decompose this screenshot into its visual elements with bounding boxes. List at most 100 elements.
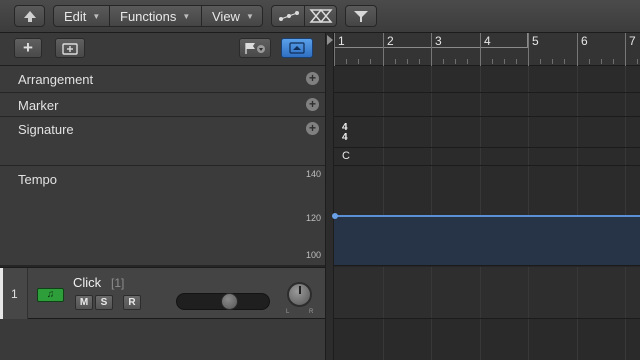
global-tracks-toggle[interactable] xyxy=(281,38,313,58)
bar-line xyxy=(625,33,626,66)
track-name[interactable]: Click xyxy=(73,275,101,290)
tempo-lane[interactable] xyxy=(332,166,640,266)
mute-button[interactable]: M xyxy=(75,295,93,310)
automation-curve-button[interactable] xyxy=(272,6,304,26)
bar-line xyxy=(431,33,432,66)
grid-line xyxy=(431,66,432,92)
global-track-signature[interactable]: Signature + xyxy=(0,117,325,166)
click-track-lane[interactable] xyxy=(334,267,640,319)
grid-line xyxy=(431,93,432,116)
grid-line xyxy=(528,148,529,165)
arrangement-lane[interactable] xyxy=(334,66,640,93)
new-folder-track-button[interactable] xyxy=(55,38,85,58)
grid-line xyxy=(528,267,529,318)
folder-plus-icon xyxy=(62,42,78,55)
beat-tick xyxy=(637,59,638,64)
playhead-marker-icon xyxy=(327,35,333,45)
grid-line xyxy=(577,66,578,92)
volume-fader-knob[interactable] xyxy=(221,293,238,310)
track-number: 1 xyxy=(11,287,18,301)
global-track-marker[interactable]: Marker + xyxy=(0,93,325,117)
beat-tick xyxy=(504,59,505,64)
plus-icon: + xyxy=(23,38,33,57)
add-marker-icon[interactable]: + xyxy=(306,98,319,111)
marker-label: Marker xyxy=(18,98,59,113)
bar-line xyxy=(334,33,335,66)
grid-line xyxy=(480,267,481,318)
record-enable-button[interactable]: R xyxy=(123,295,141,310)
view-menu[interactable]: View ▼ xyxy=(204,5,262,27)
flex-menu-button[interactable] xyxy=(239,38,271,58)
grid-line xyxy=(383,267,384,318)
pan-knob[interactable] xyxy=(287,282,312,307)
tempo-label: Tempo xyxy=(18,172,58,187)
add-signature-icon[interactable]: + xyxy=(306,122,319,135)
chevron-down-icon: ▼ xyxy=(92,11,101,21)
grid-line xyxy=(480,66,481,92)
control-bar: Edit ▼ Functions ▼ View ▼ xyxy=(0,0,640,33)
signature-lane[interactable]: 4 4 xyxy=(334,117,640,148)
bar-number: 1 xyxy=(338,34,345,48)
tempo-line[interactable] xyxy=(334,215,640,217)
marker-lane[interactable] xyxy=(334,93,640,117)
flag-dropdown-icon xyxy=(245,43,265,54)
grid-line xyxy=(383,319,384,360)
beat-tick xyxy=(492,59,493,64)
edit-menu[interactable]: Edit ▼ xyxy=(56,5,108,27)
grid-line xyxy=(577,319,578,360)
tempo-point[interactable] xyxy=(332,213,338,219)
grid-line xyxy=(625,66,626,92)
key-signature[interactable]: C xyxy=(342,150,350,162)
chevron-down-icon: ▼ xyxy=(182,11,191,21)
grid-line xyxy=(528,66,529,92)
catch-playhead-button[interactable] xyxy=(345,5,377,27)
tempo-scale-bottom: 100 xyxy=(305,250,321,260)
bar-number: 2 xyxy=(387,34,394,48)
solo-button[interactable]: S xyxy=(95,295,113,310)
arrangement-label: Arrangement xyxy=(18,72,94,87)
pan-left-label: L xyxy=(286,309,290,315)
header-splitter[interactable] xyxy=(325,33,334,360)
add-arrangement-icon[interactable]: + xyxy=(306,72,319,85)
grid-line xyxy=(577,93,578,116)
key-lane[interactable]: C xyxy=(334,148,640,166)
bar-line xyxy=(528,33,529,66)
beat-tick xyxy=(589,59,590,64)
volume-fader[interactable] xyxy=(176,293,270,310)
functions-menu-label: Functions xyxy=(120,8,177,24)
go-up-button[interactable] xyxy=(14,5,45,27)
instrument-icon: ♫ xyxy=(37,288,64,302)
collapse-up-icon xyxy=(289,42,305,54)
bar-ruler[interactable]: 1 2 3 4 5 6 7 xyxy=(334,33,640,66)
add-track-button[interactable]: + xyxy=(14,38,42,58)
track-header-click[interactable]: 1 ♫ Click [1] M S R xyxy=(0,267,325,320)
bar-line xyxy=(480,33,481,66)
grid-line xyxy=(625,148,626,165)
grid-line xyxy=(383,148,384,165)
bar-number: 4 xyxy=(484,34,491,48)
signature-denominator[interactable]: 4 xyxy=(342,133,348,143)
beat-tick xyxy=(552,59,553,64)
automation-points-icon xyxy=(279,11,299,21)
functions-menu[interactable]: Functions ▼ xyxy=(112,5,198,27)
beat-tick xyxy=(443,59,444,64)
global-track-tempo[interactable]: Tempo 140 120 100 xyxy=(0,166,325,266)
bar-line xyxy=(577,33,578,66)
empty-track-list-area[interactable] xyxy=(0,319,325,360)
grid-line xyxy=(528,93,529,116)
empty-lane-area[interactable] xyxy=(334,319,640,360)
grid-line xyxy=(383,66,384,92)
beat-tick xyxy=(395,59,396,64)
crossfade-button[interactable] xyxy=(305,6,337,26)
grid-line xyxy=(528,319,529,360)
pan-indicator xyxy=(299,286,301,294)
selection-strip xyxy=(0,268,3,320)
edit-menu-label: Edit xyxy=(64,8,87,24)
beat-tick xyxy=(346,59,347,64)
beat-tick xyxy=(601,59,602,64)
grid-line xyxy=(383,117,384,147)
global-track-arrangement[interactable]: Arrangement + xyxy=(0,66,325,93)
beat-tick xyxy=(419,59,420,64)
beat-tick xyxy=(540,59,541,64)
bar-number: 5 xyxy=(532,34,539,48)
